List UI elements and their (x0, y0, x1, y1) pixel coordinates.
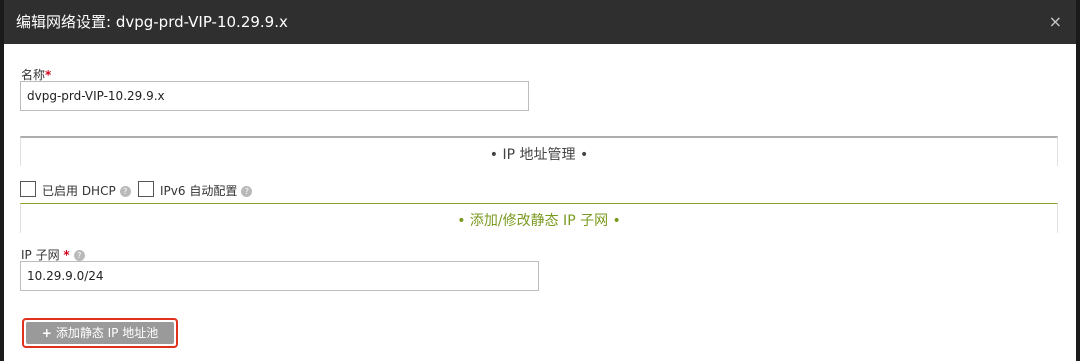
required-mark: * (45, 68, 52, 82)
ip-management-section: • IP 地址管理 • (20, 136, 1058, 166)
dhcp-label: 已启用 DHCP? (42, 182, 131, 199)
dhcp-label-text: 已启用 DHCP (42, 184, 116, 198)
help-icon[interactable]: ? (73, 250, 85, 261)
ipv6-autoconfig-checkbox[interactable] (138, 181, 154, 197)
name-label-text: 名称 (21, 68, 46, 82)
add-static-ip-pool-button[interactable]: + 添加静态 IP 地址池 (22, 318, 178, 348)
ipv6-label: IPv6 自动配置? (160, 182, 253, 199)
close-icon[interactable]: × (1049, 13, 1062, 31)
subnet-label-text: IP 子网 (21, 248, 60, 262)
add-static-ip-pool-button-face[interactable]: + 添加静态 IP 地址池 (26, 322, 174, 344)
name-input[interactable]: dvpg-prd-VIP-10.29.9.x (20, 81, 529, 111)
edit-network-dialog: 编辑网络设置: dvpg-prd-VIP-10.29.9.x × 名称* dvp… (4, 0, 1076, 361)
ipv6-label-text: IPv6 自动配置 (160, 184, 238, 198)
plus-icon: + (41, 326, 52, 340)
help-icon[interactable]: ? (241, 186, 253, 197)
add-static-ip-pool-label: 添加静态 IP 地址池 (55, 326, 159, 340)
required-mark: * (63, 248, 70, 262)
dialog-title: 编辑网络设置: dvpg-prd-VIP-10.29.9.x (16, 13, 288, 31)
help-icon[interactable]: ? (119, 186, 131, 197)
subnet-input[interactable]: 10.29.9.0/24 (20, 261, 539, 291)
dhcp-checkbox[interactable] (20, 181, 36, 197)
static-subnet-section: • 添加/修改静态 IP 子网 • (20, 203, 1058, 233)
dialog-title-bar: 编辑网络设置: dvpg-prd-VIP-10.29.9.x × (4, 0, 1076, 44)
